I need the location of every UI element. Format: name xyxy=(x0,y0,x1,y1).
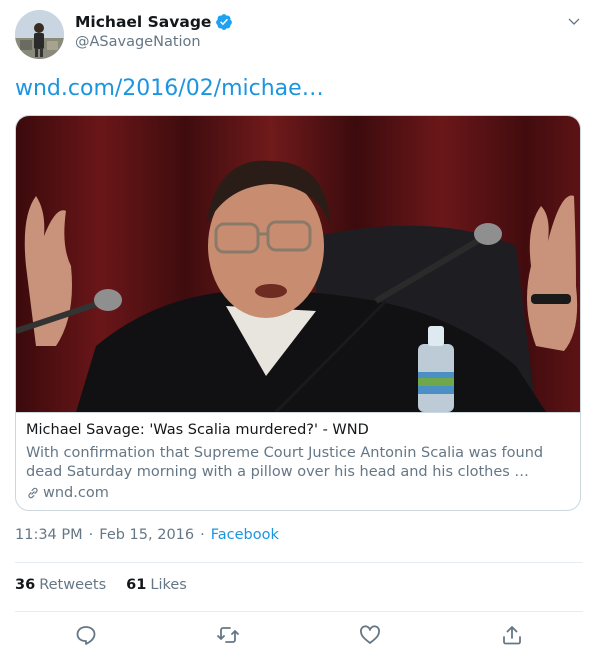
link-icon xyxy=(28,487,38,499)
tweet-meta: 11:34 PM · Feb 15, 2016 · Facebook xyxy=(15,527,279,543)
verified-badge-icon xyxy=(216,14,233,30)
retweet-icon[interactable] xyxy=(216,623,240,647)
meta-separator: · xyxy=(200,527,205,543)
user-name[interactable]: Michael Savage xyxy=(75,13,211,31)
avatar[interactable] xyxy=(15,10,64,59)
likes-count: 61 xyxy=(126,577,147,593)
heart-icon[interactable] xyxy=(358,623,382,647)
tweet-time[interactable]: 11:34 PM xyxy=(15,527,83,543)
card-body: Michael Savage: 'Was Scalia murdered?' -… xyxy=(16,412,580,510)
card-description: With confirmation that Supreme Court Jus… xyxy=(26,445,544,480)
share-icon[interactable] xyxy=(500,623,524,647)
avatar-image xyxy=(15,10,64,59)
divider xyxy=(15,562,583,563)
card-title: Michael Savage: 'Was Scalia murdered?' -… xyxy=(26,422,369,438)
retweets-count: 36 xyxy=(15,577,36,593)
tweet-date[interactable]: Feb 15, 2016 xyxy=(99,527,194,543)
link-card[interactable]: Michael Savage: 'Was Scalia murdered?' -… xyxy=(15,115,581,511)
chevron-down-icon[interactable] xyxy=(566,14,582,30)
reply-icon[interactable] xyxy=(74,623,98,647)
card-image xyxy=(16,116,580,412)
retweets-stat[interactable]: 36 Retweets xyxy=(15,577,106,593)
tweet: Michael Savage @ASavageNation wnd.com/20… xyxy=(0,0,598,661)
card-domain: wnd.com xyxy=(26,485,109,501)
card-domain-text: wnd.com xyxy=(43,485,109,501)
likes-stat[interactable]: 61 Likes xyxy=(126,577,187,593)
user-handle[interactable]: @ASavageNation xyxy=(75,34,201,50)
tweet-stats: 36 Retweets 61 Likes xyxy=(15,577,187,593)
user-name-row[interactable]: Michael Savage xyxy=(75,13,233,31)
retweets-label: Retweets xyxy=(39,577,107,593)
tweet-source[interactable]: Facebook xyxy=(211,527,279,543)
meta-separator: · xyxy=(88,527,94,543)
action-bar xyxy=(15,623,583,651)
divider xyxy=(15,611,583,612)
tweet-link[interactable]: wnd.com/2016/02/michae… xyxy=(15,76,324,101)
likes-label: Likes xyxy=(150,577,187,593)
